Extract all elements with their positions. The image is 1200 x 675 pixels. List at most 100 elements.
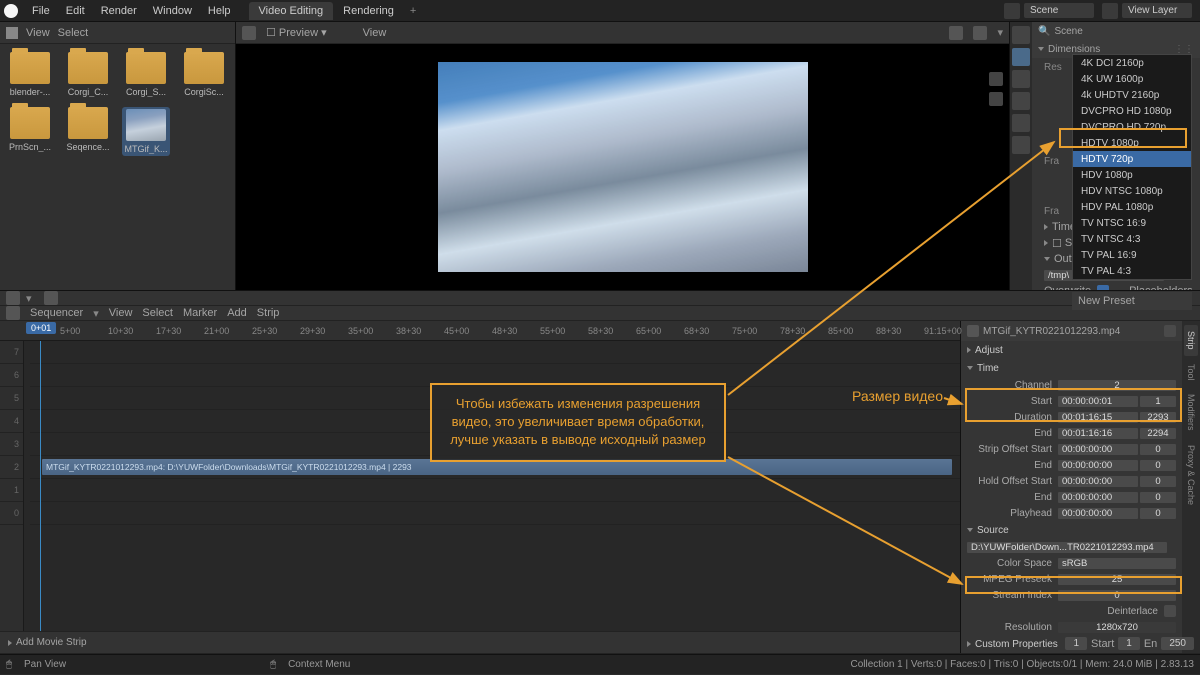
- seq-editor-type-icon[interactable]: [6, 306, 20, 320]
- file-item[interactable]: Seqence...: [64, 107, 112, 156]
- deinterlace-checkbox[interactable]: [1164, 605, 1176, 617]
- start-frame-input[interactable]: 1: [1118, 637, 1140, 650]
- folder-icon: [10, 107, 50, 139]
- seq-menu-marker[interactable]: Marker: [183, 307, 217, 319]
- preview-tool-icon[interactable]: [989, 92, 1003, 106]
- source-section-header[interactable]: Source: [977, 525, 1009, 536]
- seq-menu-view[interactable]: View: [109, 307, 133, 319]
- workspace-tab-video-editing[interactable]: Video Editing: [249, 2, 334, 20]
- time-section-header[interactable]: Time: [977, 363, 999, 374]
- menu-help[interactable]: Help: [200, 3, 239, 19]
- ruler-tick: 21+00: [204, 326, 229, 336]
- adjust-section-header[interactable]: Adjust: [975, 345, 1003, 356]
- preset-item[interactable]: HDV 1080p: [1073, 167, 1191, 183]
- custom-properties-header[interactable]: Custom Properties: [975, 639, 1058, 650]
- track-row[interactable]: [30, 479, 960, 502]
- preset-item[interactable]: HDTV 720p: [1073, 151, 1191, 167]
- preset-item[interactable]: DVCPRO HD 1080p: [1073, 103, 1191, 119]
- file-item[interactable]: CorgiSc...: [180, 52, 228, 97]
- hold-offset-end-value[interactable]: 00:00:00:00: [1058, 492, 1138, 503]
- file-item[interactable]: MTGif_K...: [122, 107, 170, 156]
- prop-tab-scene-icon[interactable]: [1012, 92, 1030, 110]
- source-path-field[interactable]: D:\YUWFolder\Down...TR0221012293.mp4: [967, 542, 1167, 553]
- strip-offset-start-value[interactable]: 00:00:00:00: [1058, 444, 1138, 455]
- add-movie-strip-button[interactable]: Add Movie Strip: [16, 637, 87, 648]
- ruler-tick: 29+30: [300, 326, 325, 336]
- preset-item[interactable]: TV NTSC 16:9: [1073, 215, 1191, 231]
- preview-mode-dropdown[interactable]: ☐ Preview ▾: [266, 26, 327, 39]
- preset-item[interactable]: 4k UHDTV 2160p: [1073, 87, 1191, 103]
- file-browser-type-icon[interactable]: [6, 27, 18, 39]
- scene-name-input[interactable]: [1024, 3, 1094, 18]
- track-row[interactable]: [30, 502, 960, 525]
- fb-menu-select[interactable]: Select: [58, 27, 89, 39]
- sequencer-mode-dropdown[interactable]: Sequencer: [30, 307, 83, 319]
- file-item[interactable]: Corgi_S...: [122, 52, 170, 97]
- menu-render[interactable]: Render: [93, 3, 145, 19]
- seq-tool-cursor-icon[interactable]: [44, 291, 58, 305]
- preset-item[interactable]: HDV PAL 1080p: [1073, 199, 1191, 215]
- hold-offset-start-value[interactable]: 00:00:00:00: [1058, 476, 1138, 487]
- sidepanel-tab-tool[interactable]: Tool: [1184, 358, 1198, 387]
- prop-tab-viewlayer-icon[interactable]: [1012, 70, 1030, 88]
- preset-item[interactable]: 4K UW 1600p: [1073, 71, 1191, 87]
- track-number-label: 2: [0, 456, 23, 479]
- file-item[interactable]: PrnScn_...: [6, 107, 54, 156]
- context-menu-hint: Context Menu: [288, 659, 350, 670]
- sidepanel-tab-strip[interactable]: Strip: [1184, 325, 1198, 356]
- file-item[interactable]: blender-...: [6, 52, 54, 97]
- colorspace-value[interactable]: sRGB: [1058, 558, 1176, 569]
- prop-tab-render-icon[interactable]: [1012, 26, 1030, 44]
- end-frame-input[interactable]: 250: [1161, 637, 1194, 650]
- preset-item[interactable]: 4K DCI 2160p: [1073, 55, 1191, 71]
- menu-window[interactable]: Window: [145, 3, 200, 19]
- overwrite-checkbox[interactable]: [1097, 285, 1109, 290]
- file-item[interactable]: Corgi_C...: [64, 52, 112, 97]
- prop-tab-world-icon[interactable]: [1012, 114, 1030, 132]
- menu-edit[interactable]: Edit: [58, 3, 93, 19]
- image-thumbnail-icon: [126, 109, 166, 141]
- seq-menu-strip[interactable]: Strip: [257, 307, 280, 319]
- playhead-value: 00:00:00:00: [1058, 508, 1138, 519]
- add-workspace-button[interactable]: +: [404, 3, 422, 19]
- scene-icon[interactable]: [1004, 3, 1020, 19]
- viewlayer-icon[interactable]: [1102, 3, 1118, 19]
- dimensions-panel-header[interactable]: Dimensions: [1048, 44, 1100, 55]
- overwrite-label: Overwrite: [1044, 285, 1091, 290]
- sequencer-timeline[interactable]: 0+01 5+0010+3017+3021+0025+3029+3035+003…: [0, 321, 960, 653]
- preview-toggle-2-icon[interactable]: [973, 26, 987, 40]
- preview-toggle-1-icon[interactable]: [949, 26, 963, 40]
- workspace-tab-rendering[interactable]: Rendering: [333, 2, 404, 20]
- playhead-line[interactable]: [40, 341, 41, 631]
- status-bar: 🖱Pan View 🖱Context Menu Collection 1 | V…: [0, 654, 1200, 674]
- seq-tool-icon[interactable]: [6, 291, 20, 305]
- track-number-label: 7: [0, 341, 23, 364]
- track-row[interactable]: [30, 341, 960, 364]
- prop-tab-object-icon[interactable]: [1012, 136, 1030, 154]
- preset-item[interactable]: TV PAL 16:9: [1073, 247, 1191, 263]
- ruler-tick: 68+30: [684, 326, 709, 336]
- seq-menu-add[interactable]: Add: [227, 307, 247, 319]
- playhead-label: Playhead: [967, 508, 1058, 519]
- fb-menu-view[interactable]: View: [26, 27, 50, 39]
- preset-item[interactable]: TV NTSC 4:3: [1073, 231, 1191, 247]
- strip-mute-checkbox[interactable]: [1164, 325, 1176, 337]
- menu-file[interactable]: File: [24, 3, 58, 19]
- strip-offset-end-value[interactable]: 00:00:00:00: [1058, 460, 1138, 471]
- seq-menu-select[interactable]: Select: [142, 307, 173, 319]
- end-label: End: [967, 428, 1058, 439]
- preview-view-menu[interactable]: View: [363, 27, 387, 39]
- prop-tab-output-icon[interactable]: [1012, 48, 1030, 66]
- preset-item[interactable]: HDV NTSC 1080p: [1073, 183, 1191, 199]
- blender-logo-icon: [4, 4, 18, 18]
- preview-editor-type-icon[interactable]: [242, 26, 256, 40]
- new-preset-field[interactable]: New Preset: [1072, 292, 1192, 310]
- viewlayer-name-input[interactable]: [1122, 3, 1192, 18]
- ruler-tick: 58+30: [588, 326, 613, 336]
- sidepanel-tab-proxy[interactable]: Proxy & Cache: [1184, 439, 1198, 511]
- preset-item[interactable]: TV PAL 4:3: [1073, 263, 1191, 279]
- track-number-label: 1: [0, 479, 23, 502]
- current-frame-input[interactable]: 1: [1065, 637, 1087, 650]
- sidepanel-tab-modifiers[interactable]: Modifiers: [1184, 388, 1198, 437]
- preview-tool-icon[interactable]: [989, 72, 1003, 86]
